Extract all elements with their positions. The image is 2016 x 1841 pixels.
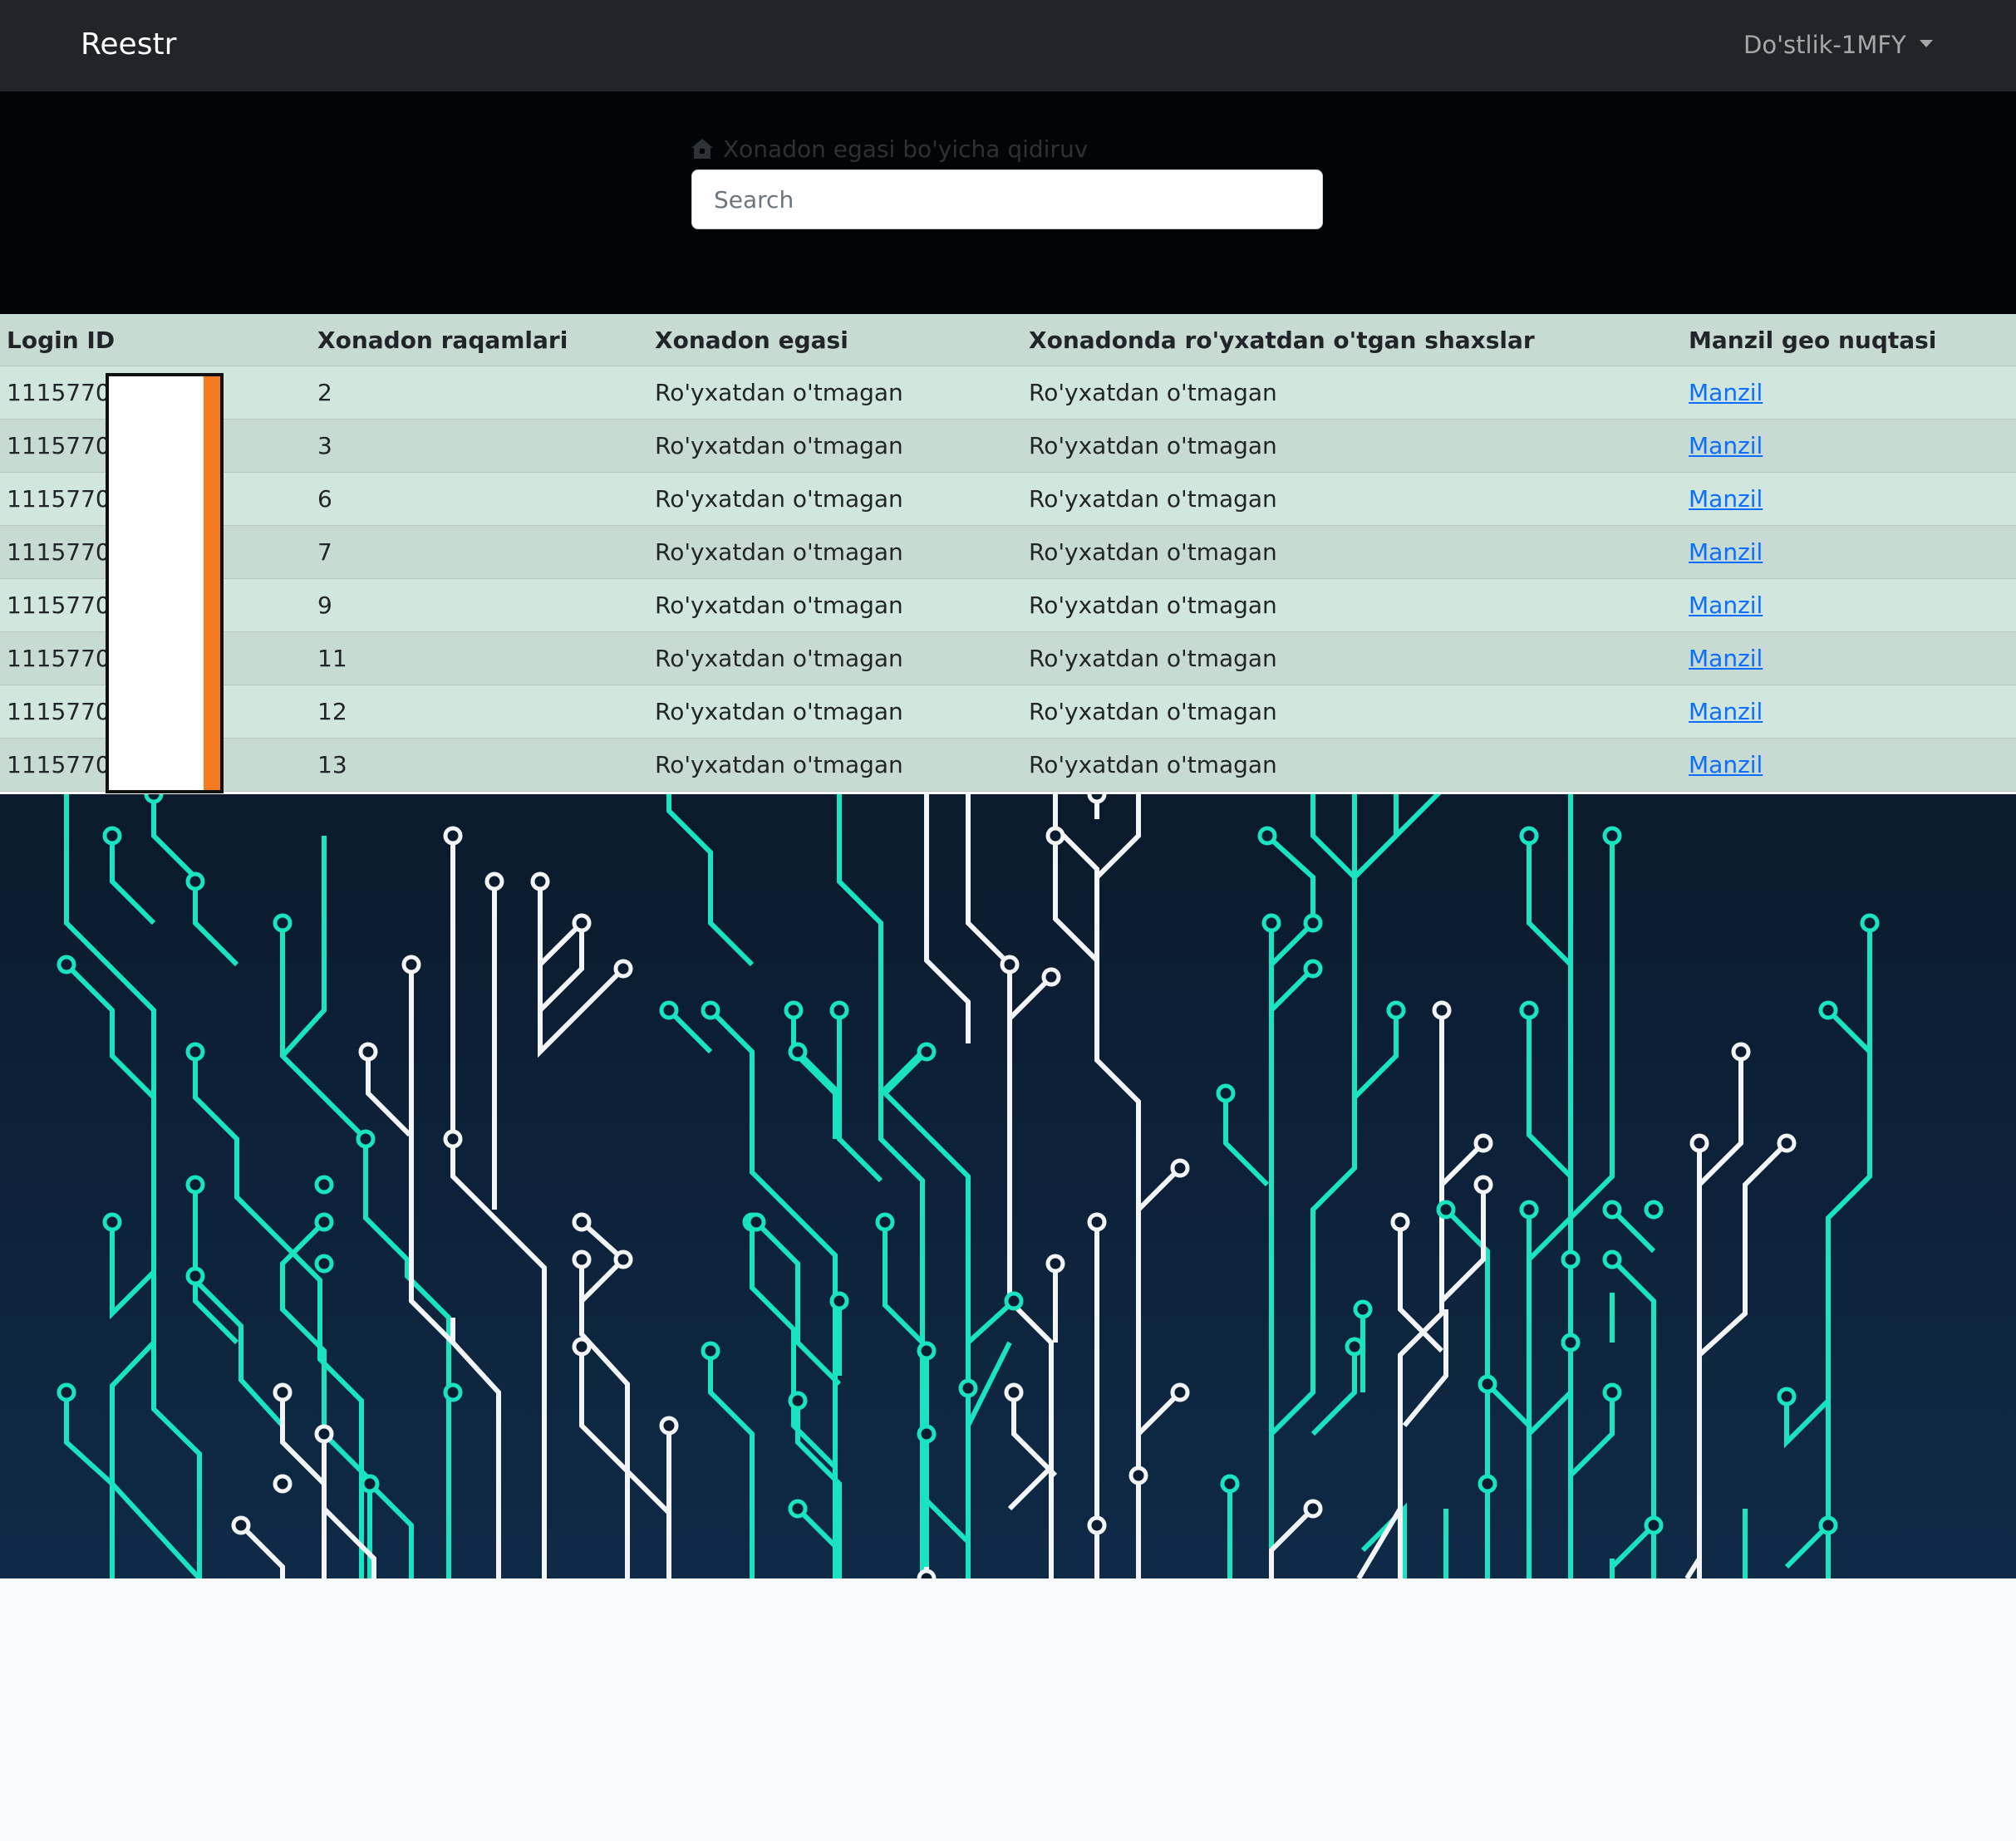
cell-apartment-number: 13 — [311, 738, 648, 792]
mfy-dropdown-label: Do'stlik-1MFY — [1743, 31, 1906, 59]
cell-apartment-number: 11 — [311, 631, 648, 685]
registry-table: Login ID Xonadon raqamlari Xonadon egasi… — [0, 314, 2016, 792]
cell-geo-point: Manzil — [1682, 631, 2016, 685]
home-icon — [691, 139, 713, 159]
cell-registered-persons: Ro'yxatdan o'tmagan — [1022, 472, 1682, 526]
table-row: 1115770 6 Ro'yxatdan o'tmagan Ro'yxatdan… — [0, 472, 2016, 526]
col-header-login-id: Login ID — [0, 314, 311, 366]
col-header-owner: Xonadon egasi — [648, 314, 1022, 366]
table-header-row: Login ID Xonadon raqamlari Xonadon egasi… — [0, 314, 2016, 366]
cell-apartment-number: 7 — [311, 525, 648, 579]
cell-geo-point: Manzil — [1682, 685, 2016, 739]
table-row: 1115770 2 Ro'yxatdan o'tmagan Ro'yxatdan… — [0, 366, 2016, 420]
cell-owner: Ro'yxatdan o'tmagan — [648, 685, 1022, 739]
cell-registered-persons: Ro'yxatdan o'tmagan — [1022, 578, 1682, 632]
cell-owner: Ro'yxatdan o'tmagan — [648, 631, 1022, 685]
col-header-registered-persons: Xonadonda ro'yxatdan o'tgan shaxslar — [1022, 314, 1682, 366]
mfy-dropdown[interactable]: Do'stlik-1MFY — [1743, 28, 1933, 61]
cell-apartment-number: 6 — [311, 472, 648, 526]
geo-link[interactable]: Manzil — [1689, 432, 1763, 459]
table-row: 1115770 11 Ro'yxatdan o'tmagan Ro'yxatda… — [0, 631, 2016, 685]
navbar-brand[interactable]: Reestr — [81, 25, 176, 65]
col-header-geo-point: Manzil geo nuqtasi — [1682, 314, 2016, 366]
cell-apartment-number: 9 — [311, 578, 648, 632]
search-label-text: Xonadon egasi bo'yicha qidiruv — [723, 135, 1089, 163]
cell-registered-persons: Ro'yxatdan o'tmagan — [1022, 738, 1682, 792]
cell-owner: Ro'yxatdan o'tmagan — [648, 738, 1022, 792]
search-input[interactable] — [691, 169, 1323, 229]
table-row: 1115770 3 Ro'yxatdan o'tmagan Ro'yxatdan… — [0, 419, 2016, 473]
geo-link[interactable]: Manzil — [1689, 538, 1763, 566]
cell-geo-point: Manzil — [1682, 525, 2016, 579]
cell-owner: Ro'yxatdan o'tmagan — [648, 525, 1022, 579]
col-header-apartment-number: Xonadon raqamlari — [311, 314, 648, 366]
geo-link[interactable]: Manzil — [1689, 592, 1763, 619]
geo-link[interactable]: Manzil — [1689, 379, 1763, 406]
table-row: 1115770 12 Ro'yxatdan o'tmagan Ro'yxatda… — [0, 685, 2016, 739]
cell-geo-point: Manzil — [1682, 578, 2016, 632]
cell-apartment-number: 12 — [311, 685, 648, 739]
geo-link[interactable]: Manzil — [1689, 645, 1763, 672]
cell-apartment-number: 2 — [311, 366, 648, 420]
geo-link[interactable]: Manzil — [1689, 751, 1763, 778]
cell-geo-point: Manzil — [1682, 738, 2016, 792]
cell-registered-persons: Ro'yxatdan o'tmagan — [1022, 685, 1682, 739]
geo-link[interactable]: Manzil — [1689, 485, 1763, 513]
cell-registered-persons: Ro'yxatdan o'tmagan — [1022, 419, 1682, 473]
redaction-bar — [204, 373, 224, 793]
navbar: Reestr Do'stlik-1MFY — [0, 0, 2016, 91]
cell-registered-persons: Ro'yxatdan o'tmagan — [1022, 366, 1682, 420]
cell-owner: Ro'yxatdan o'tmagan — [648, 366, 1022, 420]
cell-owner: Ro'yxatdan o'tmagan — [648, 578, 1022, 632]
cell-geo-point: Manzil — [1682, 366, 2016, 420]
cell-owner: Ro'yxatdan o'tmagan — [648, 472, 1022, 526]
search-section: Xonadon egasi bo'yicha qidiruv — [0, 91, 2016, 314]
table-row: 1115770 7 Ro'yxatdan o'tmagan Ro'yxatdan… — [0, 525, 2016, 579]
circuit-board-illustration — [0, 794, 2016, 1578]
cell-registered-persons: Ro'yxatdan o'tmagan — [1022, 631, 1682, 685]
geo-link[interactable]: Manzil — [1689, 698, 1763, 725]
cell-registered-persons: Ro'yxatdan o'tmagan — [1022, 525, 1682, 579]
page-footer-area — [0, 1578, 2016, 1841]
table-row: 1115770 9 Ro'yxatdan o'tmagan Ro'yxatdan… — [0, 578, 2016, 632]
search-label: Xonadon egasi bo'yicha qidiruv — [690, 135, 1088, 164]
caret-down-icon — [1919, 39, 1933, 47]
table-row: 1115770 13 Ro'yxatdan o'tmagan Ro'yxatda… — [0, 738, 2016, 792]
cell-apartment-number: 3 — [311, 419, 648, 473]
cell-owner: Ro'yxatdan o'tmagan — [648, 419, 1022, 473]
cell-geo-point: Manzil — [1682, 472, 2016, 526]
cell-geo-point: Manzil — [1682, 419, 2016, 473]
